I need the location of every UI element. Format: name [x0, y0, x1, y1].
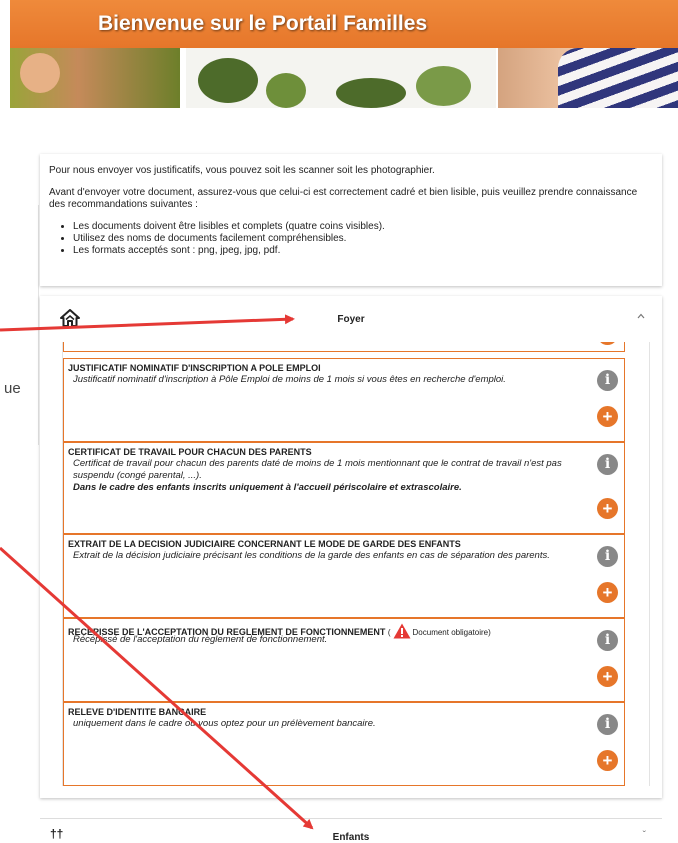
recommendations-list: Les documents doivent être lisibles et c…	[49, 221, 653, 257]
document-description: uniquement dans le cadre ou vous optez p…	[73, 718, 376, 729]
info-button[interactable]: i	[597, 454, 618, 475]
info-button[interactable]: i	[597, 546, 618, 567]
document-description: Récépissé de l'acceptation du règlement …	[73, 634, 328, 645]
left-panel-edge	[0, 205, 39, 445]
instructions-check: Avant d'envoyer votre document, assurez-…	[49, 187, 638, 210]
banner-photo-right	[498, 48, 678, 108]
add-document-button[interactable]: +	[597, 582, 618, 603]
document-description: Certificat de travail pour chacun des pa…	[73, 458, 578, 494]
info-button[interactable]: i	[597, 630, 618, 651]
document-item: RELEVE D'IDENTITE BANCAIRE uniquement da…	[63, 702, 625, 786]
banner-photo-center	[186, 48, 496, 108]
document-title: RELEVE D'IDENTITE BANCAIRE	[68, 707, 207, 717]
document-description: Extrait de la décision judiciaire précis…	[73, 550, 550, 561]
banner-photo-left	[10, 48, 180, 108]
foyer-title: Foyer	[337, 314, 365, 325]
document-item-partial: +	[63, 342, 625, 352]
document-item: RECEPISSE DE L'ACCEPTATION DU REGLEMENT …	[63, 618, 625, 702]
upload-instructions-card: Pour nous envoyer vos justificatifs, vou…	[40, 154, 662, 286]
recommendation-item: Les documents doivent être lisibles et c…	[73, 221, 653, 233]
add-document-button[interactable]: +	[597, 498, 618, 519]
document-title: JUSTIFICATIF NOMINATIF D'INSCRIPTION A P…	[68, 363, 321, 373]
document-item: EXTRAIT DE LA DECISION JUDICIAIRE CONCER…	[63, 534, 625, 618]
add-document-button[interactable]: +	[597, 666, 618, 687]
foyer-panel: Foyer + JUSTIFICATIF NOMINATIF D'INSCRIP…	[40, 296, 662, 798]
recommendation-item: Utilisez des noms de documents facilemen…	[73, 233, 653, 245]
page-title: Bienvenue sur le Portail Familles	[98, 12, 428, 35]
document-title: EXTRAIT DE LA DECISION JUDICIAIRE CONCER…	[68, 539, 461, 549]
add-document-button[interactable]: +	[597, 406, 618, 427]
recommendation-item: Les formats acceptés sont : png, jpeg, j…	[73, 245, 653, 257]
foyer-documents-list[interactable]: + JUSTIFICATIF NOMINATIF D'INSCRIPTION A…	[62, 342, 650, 786]
document-title: CERTIFICAT DE TRAVAIL POUR CHACUN DES PA…	[68, 447, 312, 457]
banner-bar: Bienvenue sur le Portail Familles	[10, 0, 678, 48]
document-description-text: Certificat de travail pour chacun des pa…	[73, 458, 562, 481]
left-partial-text: ue	[4, 380, 21, 397]
info-button[interactable]: i	[597, 370, 618, 391]
foyer-panel-header[interactable]: Foyer	[40, 296, 662, 342]
enfants-panel-header[interactable]: †† Enfants ˇ	[40, 818, 662, 843]
add-document-button[interactable]: +	[597, 342, 618, 345]
document-item: JUSTIFICATIF NOMINATIF D'INSCRIPTION A P…	[63, 358, 625, 442]
instructions-intro: Pour nous envoyer vos justificatifs, vou…	[49, 165, 435, 176]
chevron-down-icon[interactable]: ˇ	[643, 830, 646, 841]
info-button[interactable]: i	[597, 714, 618, 735]
chevron-up-icon[interactable]	[636, 311, 646, 321]
enfants-title: Enfants	[332, 832, 370, 843]
add-document-button[interactable]: +	[597, 750, 618, 771]
document-item: CERTIFICAT DE TRAVAIL POUR CHACUN DES PA…	[63, 442, 625, 534]
document-note: Dans le cadre des enfants inscrits uniqu…	[73, 482, 462, 493]
header-banner: Bienvenue sur le Portail Familles	[10, 0, 678, 108]
document-description: Justificatif nominatif d'inscription à P…	[73, 374, 506, 385]
